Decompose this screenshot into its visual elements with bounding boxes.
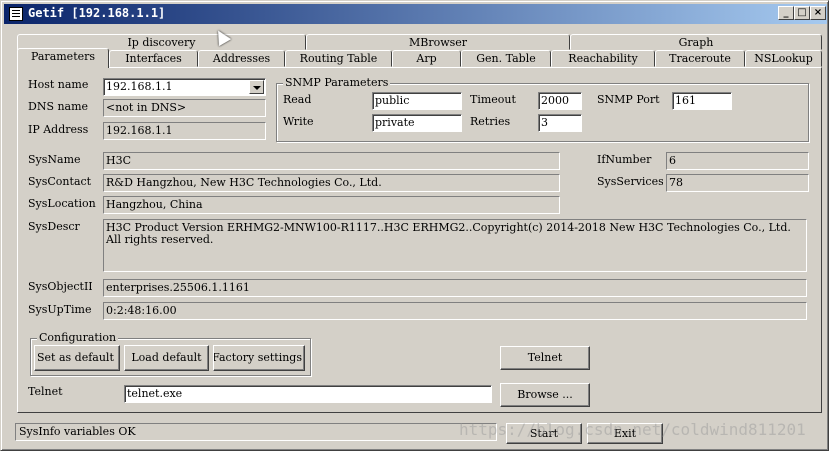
load-default-button[interactable]: Load default [124, 345, 209, 371]
ip-address-field: 192.168.1.1 [103, 122, 266, 140]
tab-interfaces[interactable]: Interfaces [109, 50, 198, 67]
chevron-down-icon[interactable] [249, 80, 264, 94]
set-as-default-button[interactable]: Set as default [34, 345, 120, 371]
sysname-field: H3C [103, 152, 560, 170]
snmp-port-input[interactable]: 161 [672, 92, 732, 110]
ifnumber-field: 6 [666, 152, 809, 170]
host-name-label: Host name [28, 78, 89, 91]
ip-address-label: IP Address [28, 123, 89, 136]
retries-input[interactable]: 3 [538, 114, 582, 132]
telnet-path-input[interactable]: telnet.exe [124, 385, 492, 403]
browse-button[interactable]: Browse ... [500, 383, 590, 407]
snmp-parameters-legend: SNMP Parameters [283, 76, 391, 89]
telnet-label: Telnet [28, 385, 63, 398]
app-icon [9, 7, 23, 21]
tab-addresses[interactable]: Addresses [198, 50, 285, 67]
status-bar: SysInfo variables OK [15, 423, 497, 441]
app-window: Getif [192.168.1.1] _ □ × Ip discovery M… [0, 0, 829, 451]
host-name-value: 192.168.1.1 [106, 80, 173, 93]
syslocation-label: SysLocation [28, 197, 96, 210]
tab-graph[interactable]: Graph [570, 34, 822, 50]
dns-name-field: <not in DNS> [103, 99, 266, 117]
sysobjectid-label: SysObjectII [28, 280, 93, 293]
tab-traceroute[interactable]: Traceroute [655, 50, 745, 67]
tab-mbrowser[interactable]: MBrowser [306, 34, 570, 50]
sysobjectid-field: enterprises.25506.1.1161 [103, 279, 807, 297]
timeout-label: Timeout [470, 93, 516, 106]
timeout-input[interactable]: 2000 [538, 92, 582, 110]
sysuptime-label: SysUpTime [28, 303, 92, 316]
configuration-legend: Configuration [37, 331, 119, 344]
sysservices-field: 78 [666, 174, 809, 192]
sysdescr-label: SysDescr [28, 220, 80, 233]
ifnumber-label: IfNumber [597, 153, 652, 166]
host-name-combo[interactable]: 192.168.1.1 [103, 78, 266, 96]
tab-nslookup[interactable]: NSLookup [745, 50, 822, 67]
sysservices-label: SysServices [597, 175, 663, 188]
close-button[interactable]: × [810, 6, 826, 20]
write-community-label: Write [283, 115, 314, 128]
tab-gen-table[interactable]: Gen. Table [461, 50, 551, 67]
snmp-port-label: SNMP Port [597, 93, 660, 106]
minimize-button[interactable]: _ [778, 6, 794, 20]
syscontact-label: SysContact [28, 175, 92, 188]
sysdescr-field: H3C Product Version ERHMG2-MNW100-R1117.… [103, 219, 807, 272]
syslocation-field: Hangzhou, China [103, 196, 560, 214]
tab-parameters[interactable]: Parameters [17, 48, 109, 68]
retries-label: Retries [470, 115, 511, 128]
write-community-input[interactable]: private [372, 114, 462, 132]
telnet-button[interactable]: Telnet [500, 346, 590, 370]
dns-name-label: DNS name [28, 100, 89, 113]
read-community-input[interactable]: public [372, 92, 462, 110]
syscontact-field: R&D Hangzhou, New H3C Technologies Co., … [103, 174, 560, 192]
tab-arp[interactable]: Arp [392, 50, 461, 67]
maximize-button[interactable]: □ [794, 6, 810, 20]
sysuptime-field: 0:2:48:16.00 [103, 302, 807, 320]
window-title: Getif [192.168.1.1] [28, 6, 166, 20]
title-bar[interactable]: Getif [192.168.1.1] _ □ × [4, 4, 827, 24]
factory-settings-button[interactable]: Factory settings [213, 345, 305, 371]
sysname-label: SysName [28, 153, 81, 166]
watermark-text: https://blog.csdn.net/coldwind811201 [459, 420, 806, 439]
tab-reachability[interactable]: Reachability [551, 50, 655, 67]
tab-routing-table[interactable]: Routing Table [285, 50, 392, 67]
read-community-label: Read [283, 93, 312, 106]
